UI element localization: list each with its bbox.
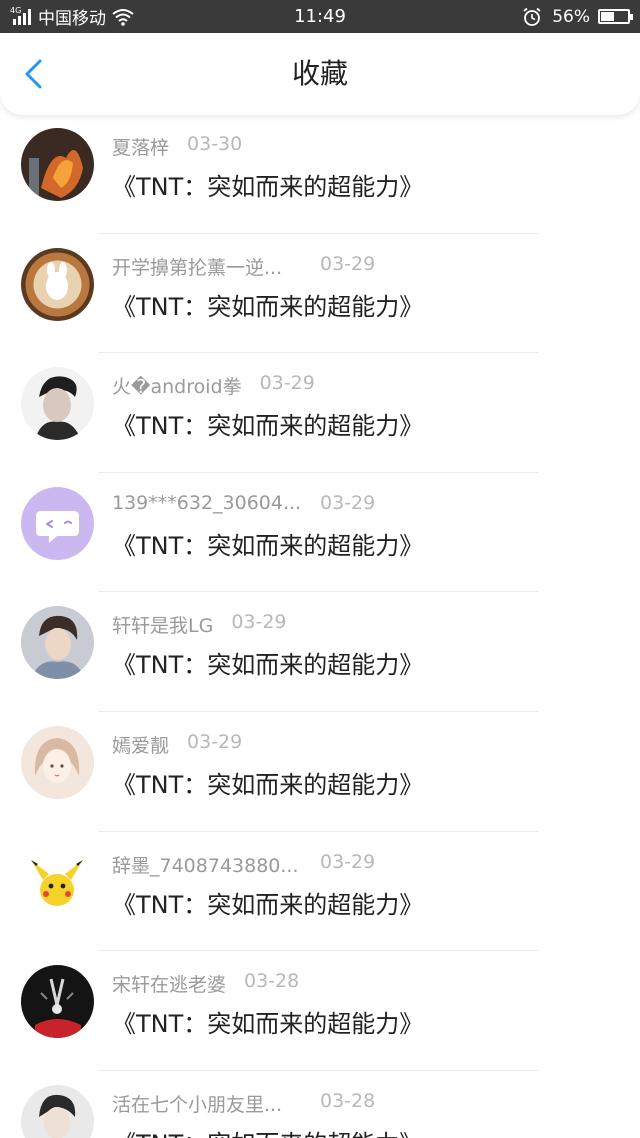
alarm-icon — [523, 7, 541, 26]
item-meta: 开学擤第抡薰一逆... 03-29 — [112, 253, 375, 279]
header: 收藏 — [0, 33, 640, 115]
avatar[interactable] — [21, 247, 94, 321]
work-title: 《TNT：突如而来的超能力》 — [112, 1010, 424, 1039]
work-title: 《TNT：突如而来的超能力》 — [112, 651, 424, 680]
avatar[interactable] — [21, 606, 94, 680]
work-title: 《TNT：突如而来的超能力》 — [112, 531, 424, 560]
work-title: 《TNT：突如而来的超能力》 — [112, 890, 424, 919]
avatar[interactable] — [21, 486, 94, 560]
avatar[interactable] — [21, 367, 94, 441]
item-meta: 辞墨_7408743880... 03-29 — [112, 851, 375, 877]
work-title: 《TNT：突如而来的超能力》 — [112, 770, 424, 799]
item-meta: 139***632_30604... 03-29 — [112, 492, 375, 518]
divider — [98, 232, 538, 234]
user-name: 夏落梓 — [112, 137, 170, 159]
item-date: 03-29 — [320, 252, 376, 275]
divider — [98, 710, 538, 712]
user-name: 轩轩是我LG — [112, 615, 214, 638]
item-meta: 夏落梓 03-30 — [112, 133, 242, 159]
item-date: 03-28 — [320, 1089, 376, 1112]
battery-icon — [598, 9, 633, 24]
page-title: 收藏 — [291, 57, 348, 90]
user-name: 嫣爱靓 — [112, 734, 170, 757]
divider — [98, 830, 538, 832]
avatar[interactable] — [21, 1084, 94, 1138]
item-date: 03-29 — [259, 372, 315, 395]
item-date: 03-29 — [320, 491, 376, 514]
list-item[interactable]: 开学擤第抡薰一逆... 03-29 《TNT：突如而来的超能力》 — [0, 235, 640, 355]
avatar[interactable] — [21, 965, 94, 1039]
user-name: 活在七个小朋友里... — [112, 1093, 283, 1116]
list-item[interactable]: 嫣爱靓 03-29 《TNT：突如而来的超能力》 — [0, 713, 640, 833]
divider — [98, 950, 538, 952]
user-name: 宋轩在逃老婆 — [112, 974, 227, 997]
battery-percent: 56% — [552, 6, 590, 27]
list-item[interactable]: 轩轩是我LG 03-29 《TNT：突如而来的超能力》 — [0, 593, 640, 713]
status-right: 56% — [522, 0, 633, 33]
item-date: 03-29 — [320, 850, 376, 873]
list-item[interactable]: 139***632_30604... 03-29 《TNT：突如而来的超能力》 — [0, 474, 640, 594]
avatar[interactable] — [21, 128, 94, 201]
item-meta: 活在七个小朋友里... 03-28 — [112, 1090, 375, 1116]
status-bar: 4G 中国移动 11:49 56% — [0, 0, 640, 33]
user-name: 139***632_30604... — [112, 491, 302, 514]
item-date: 03-30 — [187, 133, 243, 155]
work-title: 《TNT：突如而来的超能力》 — [112, 292, 424, 321]
item-date: 03-29 — [187, 730, 243, 753]
avatar[interactable] — [21, 845, 94, 919]
item-meta: 宋轩在逃老婆 03-28 — [112, 970, 299, 996]
work-title: 《TNT：突如而来的超能力》 — [112, 173, 424, 201]
item-meta: 轩轩是我LG 03-29 — [112, 611, 287, 637]
divider — [98, 352, 538, 354]
work-title: 《TNT：突如而来的超能力》 — [112, 1124, 423, 1138]
list-item[interactable]: 宋轩在逃老婆 03-28 《TNT：突如而来的超能力》 — [0, 952, 640, 1072]
user-name: 开学擤第抡薰一逆... — [112, 256, 283, 279]
item-meta: 火�android拳 03-29 — [112, 372, 315, 398]
work-title: 《TNT：突如而来的超能力》 — [112, 412, 424, 441]
favorites-list: 夏落梓 03-30 《TNT：突如而来的超能力》 开学擤第抡薰一逆... 03-29… — [0, 115, 640, 1138]
list-item[interactable]: 夏落梓 03-30 《TNT：突如而来的超能力》 — [0, 115, 640, 235]
user-name: 火�android拳 — [112, 376, 242, 399]
list-item[interactable]: 火�android拳 03-29 《TNT：突如而来的超能力》 — [0, 354, 640, 474]
item-meta: 嫣爱靓 03-29 — [112, 731, 242, 757]
avatar[interactable] — [21, 725, 94, 799]
user-name: 辞墨_7408743880... — [112, 854, 299, 877]
list-item[interactable]: 辞墨_7408743880... 03-29 《TNT：突如而来的超能力》 — [0, 833, 640, 953]
divider — [98, 591, 538, 593]
divider — [98, 471, 538, 473]
item-date: 03-29 — [231, 611, 287, 634]
item-date: 03-28 — [244, 970, 300, 993]
list-item[interactable]: 活在七个小朋友里... 03-28 《TNT：突如而来的超能力》 — [0, 1072, 640, 1138]
divider — [98, 1069, 538, 1071]
